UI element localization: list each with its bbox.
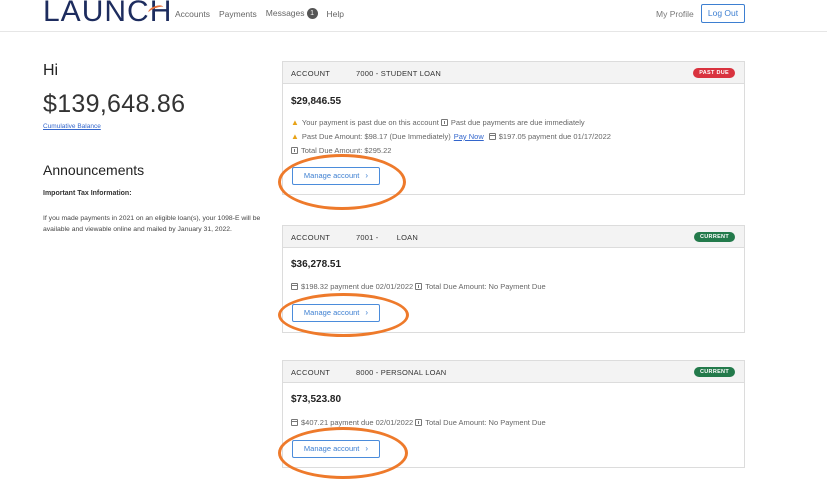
past-due-immediate-message: Past due payments are due immediately: [450, 118, 585, 127]
manage-account-button[interactable]: Manage account ›: [292, 304, 380, 322]
info-icon: [440, 119, 448, 126]
total-due-amount: Total Due Amount: $295.22: [301, 146, 392, 155]
info-icon: [415, 419, 423, 426]
logout-button[interactable]: Log Out: [701, 4, 745, 23]
nav-messages-label: Messages: [265, 8, 305, 18]
nav-accounts[interactable]: Accounts: [175, 9, 210, 19]
status-badge: CURRENT: [694, 367, 735, 377]
greeting: Hi: [43, 62, 59, 79]
top-navigation-bar: LAUNCH Accounts Payments Messages 1 Help …: [0, 0, 827, 32]
account-name: 7001 - LOAN: [356, 233, 418, 242]
chevron-right-icon: ›: [365, 171, 369, 180]
info-icon: [291, 147, 298, 154]
cumulative-balance-amount: $139,648.86: [43, 90, 186, 118]
total-due-amount: Total Due Amount: No Payment Due: [425, 418, 546, 427]
nav-messages[interactable]: Messages 1: [265, 8, 318, 20]
payment-due: $407.21 payment due 02/01/2022: [301, 418, 414, 427]
account-label: ACCOUNT: [291, 233, 331, 242]
main-nav: Accounts Payments Messages 1 Help: [175, 8, 344, 20]
nav-help[interactable]: Help: [327, 9, 344, 19]
next-payment-due: $197.05 payment due 01/17/2022: [498, 132, 611, 141]
my-profile-link[interactable]: My Profile: [656, 9, 694, 19]
calendar-icon: [291, 419, 298, 426]
warning-icon: ▲: [291, 118, 299, 127]
manage-account-label: Manage account: [303, 308, 360, 317]
info-icon: [415, 283, 423, 290]
chevron-right-icon: ›: [365, 308, 369, 317]
manage-account-label: Manage account: [303, 444, 360, 453]
account-label: ACCOUNT: [291, 368, 331, 377]
pay-now-link[interactable]: Pay Now: [454, 132, 484, 141]
payment-due: $198.32 payment due 02/01/2022: [301, 282, 414, 291]
account-card-header: ACCOUNT 7000 - STUDENT LOAN PAST DUE: [283, 62, 744, 84]
account-label: ACCOUNT: [291, 69, 331, 78]
account-balance: $29,846.55: [291, 96, 342, 107]
account-card-7000: ACCOUNT 7000 - STUDENT LOAN PAST DUE $29…: [282, 61, 745, 195]
account-card-header: ACCOUNT 7001 - LOAN CURRENT: [283, 226, 744, 248]
announcements-title: Announcements: [43, 162, 145, 178]
calendar-icon: [291, 283, 298, 290]
past-due-amount: Past Due Amount: $98.17 (Due Immediately…: [301, 132, 451, 141]
tax-info-body: If you made payments in 2021 on an eligi…: [43, 215, 261, 233]
status-badge: CURRENT: [694, 232, 735, 242]
tax-info-title: Important Tax Information:: [43, 190, 132, 197]
chevron-right-icon: ›: [365, 444, 369, 453]
account-balance: $73,523.80: [291, 394, 342, 405]
payment-due-row: $407.21 payment due 02/01/2022 Total Due…: [291, 418, 546, 427]
account-card-7001: ACCOUNT 7001 - LOAN CURRENT $36,278.51 $…: [282, 225, 745, 333]
account-balance: $36,278.51: [291, 259, 342, 270]
status-badge: PAST DUE: [693, 68, 735, 78]
calendar-icon: [488, 133, 496, 140]
past-due-notice: ▲ Your payment is past due on this accou…: [291, 118, 585, 127]
warning-icon: ▲: [291, 132, 299, 141]
account-name: 8000 - PERSONAL LOAN: [356, 368, 447, 377]
total-due-amount: Total Due Amount: No Payment Due: [425, 282, 546, 291]
cumulative-balance-link[interactable]: Cumulative Balance: [43, 123, 101, 130]
payment-due-row: $198.32 payment due 02/01/2022 Total Due…: [291, 282, 546, 291]
messages-count-badge: 1: [306, 8, 318, 20]
manage-account-label: Manage account: [303, 171, 360, 180]
manage-account-button[interactable]: Manage account ›: [292, 167, 380, 185]
manage-account-button[interactable]: Manage account ›: [292, 440, 380, 458]
account-card-header: ACCOUNT 8000 - PERSONAL LOAN CURRENT: [283, 361, 744, 383]
account-name: 7000 - STUDENT LOAN: [356, 69, 441, 78]
past-due-amount-row: ▲ Past Due Amount: $98.17 (Due Immediate…: [291, 132, 611, 141]
past-due-message: Your payment is past due on this account: [301, 118, 439, 127]
account-card-8000: ACCOUNT 8000 - PERSONAL LOAN CURRENT $73…: [282, 360, 745, 468]
nav-payments[interactable]: Payments: [219, 9, 257, 19]
total-due-row: Total Due Amount: $295.22: [291, 146, 391, 155]
